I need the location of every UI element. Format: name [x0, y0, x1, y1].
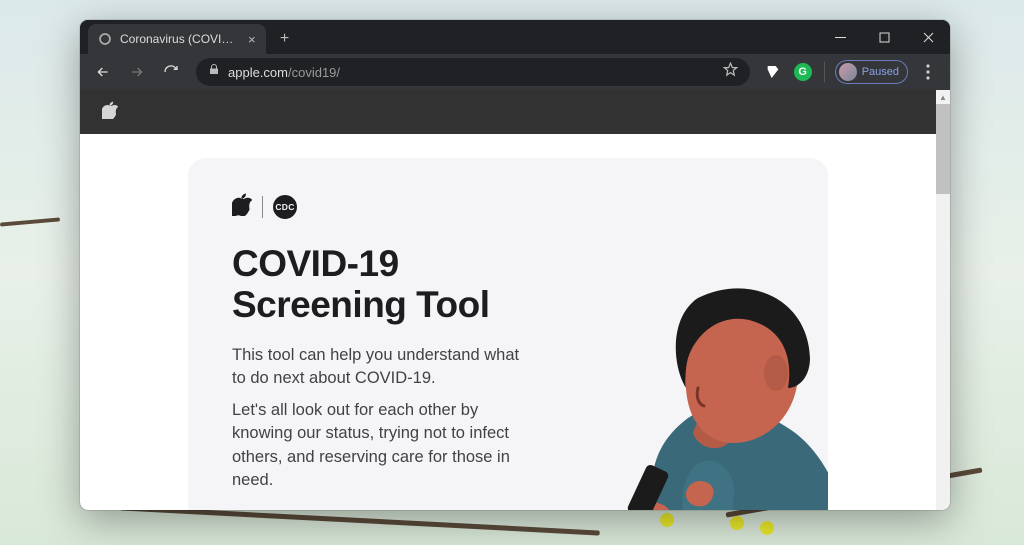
nav-back-button[interactable]: [88, 57, 118, 87]
new-tab-button[interactable]: +: [272, 26, 298, 52]
intro-paragraph-1: This tool can help you understand what t…: [232, 344, 532, 391]
page-heading: COVID-19 Screening Tool: [232, 243, 562, 326]
screening-card: CDC COVID-19 Screening Tool This tool ca…: [188, 158, 828, 510]
apple-logo-icon[interactable]: [102, 101, 118, 124]
apple-logo-icon: [232, 192, 252, 221]
desktop-flower: [660, 513, 674, 527]
close-window-button[interactable]: [906, 20, 950, 54]
scroll-up-icon[interactable]: ▲: [936, 90, 950, 104]
apple-global-nav: [80, 90, 936, 134]
page-viewport: ▲ CDC COVID-19 Screening Tool: [80, 90, 950, 510]
extension-green-icon[interactable]: G: [794, 63, 812, 81]
vertical-scrollbar[interactable]: ▲: [936, 90, 950, 510]
browser-titlebar: Coronavirus (COVID-19) - Apple × +: [80, 20, 950, 54]
desktop-flower: [760, 521, 774, 535]
bookmark-star-icon[interactable]: [723, 62, 738, 82]
tab-close-icon[interactable]: ×: [248, 33, 256, 46]
toolbar-divider: [824, 62, 825, 82]
nav-reload-button[interactable]: [156, 57, 186, 87]
heading-line-2: Screening Tool: [232, 284, 490, 325]
extension-bookmark-icon[interactable]: [760, 59, 786, 85]
logo-divider: [262, 196, 263, 218]
window-controls: [818, 20, 950, 54]
profile-chip[interactable]: Paused: [835, 60, 908, 84]
desktop-branch: [0, 217, 60, 226]
profile-avatar-icon: [839, 63, 857, 81]
maximize-button[interactable]: [862, 20, 906, 54]
browser-toolbar: apple.com/covid19/ G Paused: [80, 54, 950, 90]
page-content: CDC COVID-19 Screening Tool This tool ca…: [80, 134, 936, 510]
browser-menu-button[interactable]: [914, 64, 942, 80]
lock-icon: [208, 63, 220, 81]
address-path: /covid19/: [288, 65, 340, 80]
browser-tab[interactable]: Coronavirus (COVID-19) - Apple ×: [88, 24, 266, 54]
tab-title: Coronavirus (COVID-19) - Apple: [120, 32, 240, 46]
scrollbar-thumb[interactable]: [936, 104, 950, 194]
minimize-button[interactable]: [818, 20, 862, 54]
profile-status-label: Paused: [862, 66, 899, 78]
browser-window: Coronavirus (COVID-19) - Apple × + apple…: [80, 20, 950, 510]
person-illustration: [548, 238, 828, 510]
intro-paragraph-2: Let's all look out for each other by kno…: [232, 399, 532, 493]
tab-favicon-icon: [98, 32, 112, 46]
desktop-flower: [730, 516, 744, 530]
cdc-logo-icon: CDC: [273, 195, 297, 219]
logo-row: CDC: [232, 192, 784, 221]
heading-line-1: COVID-19: [232, 243, 399, 284]
nav-forward-button[interactable]: [122, 57, 152, 87]
address-bar[interactable]: apple.com/covid19/: [196, 58, 750, 86]
address-url: apple.com/covid19/: [228, 65, 340, 80]
address-host: apple.com: [228, 65, 288, 80]
